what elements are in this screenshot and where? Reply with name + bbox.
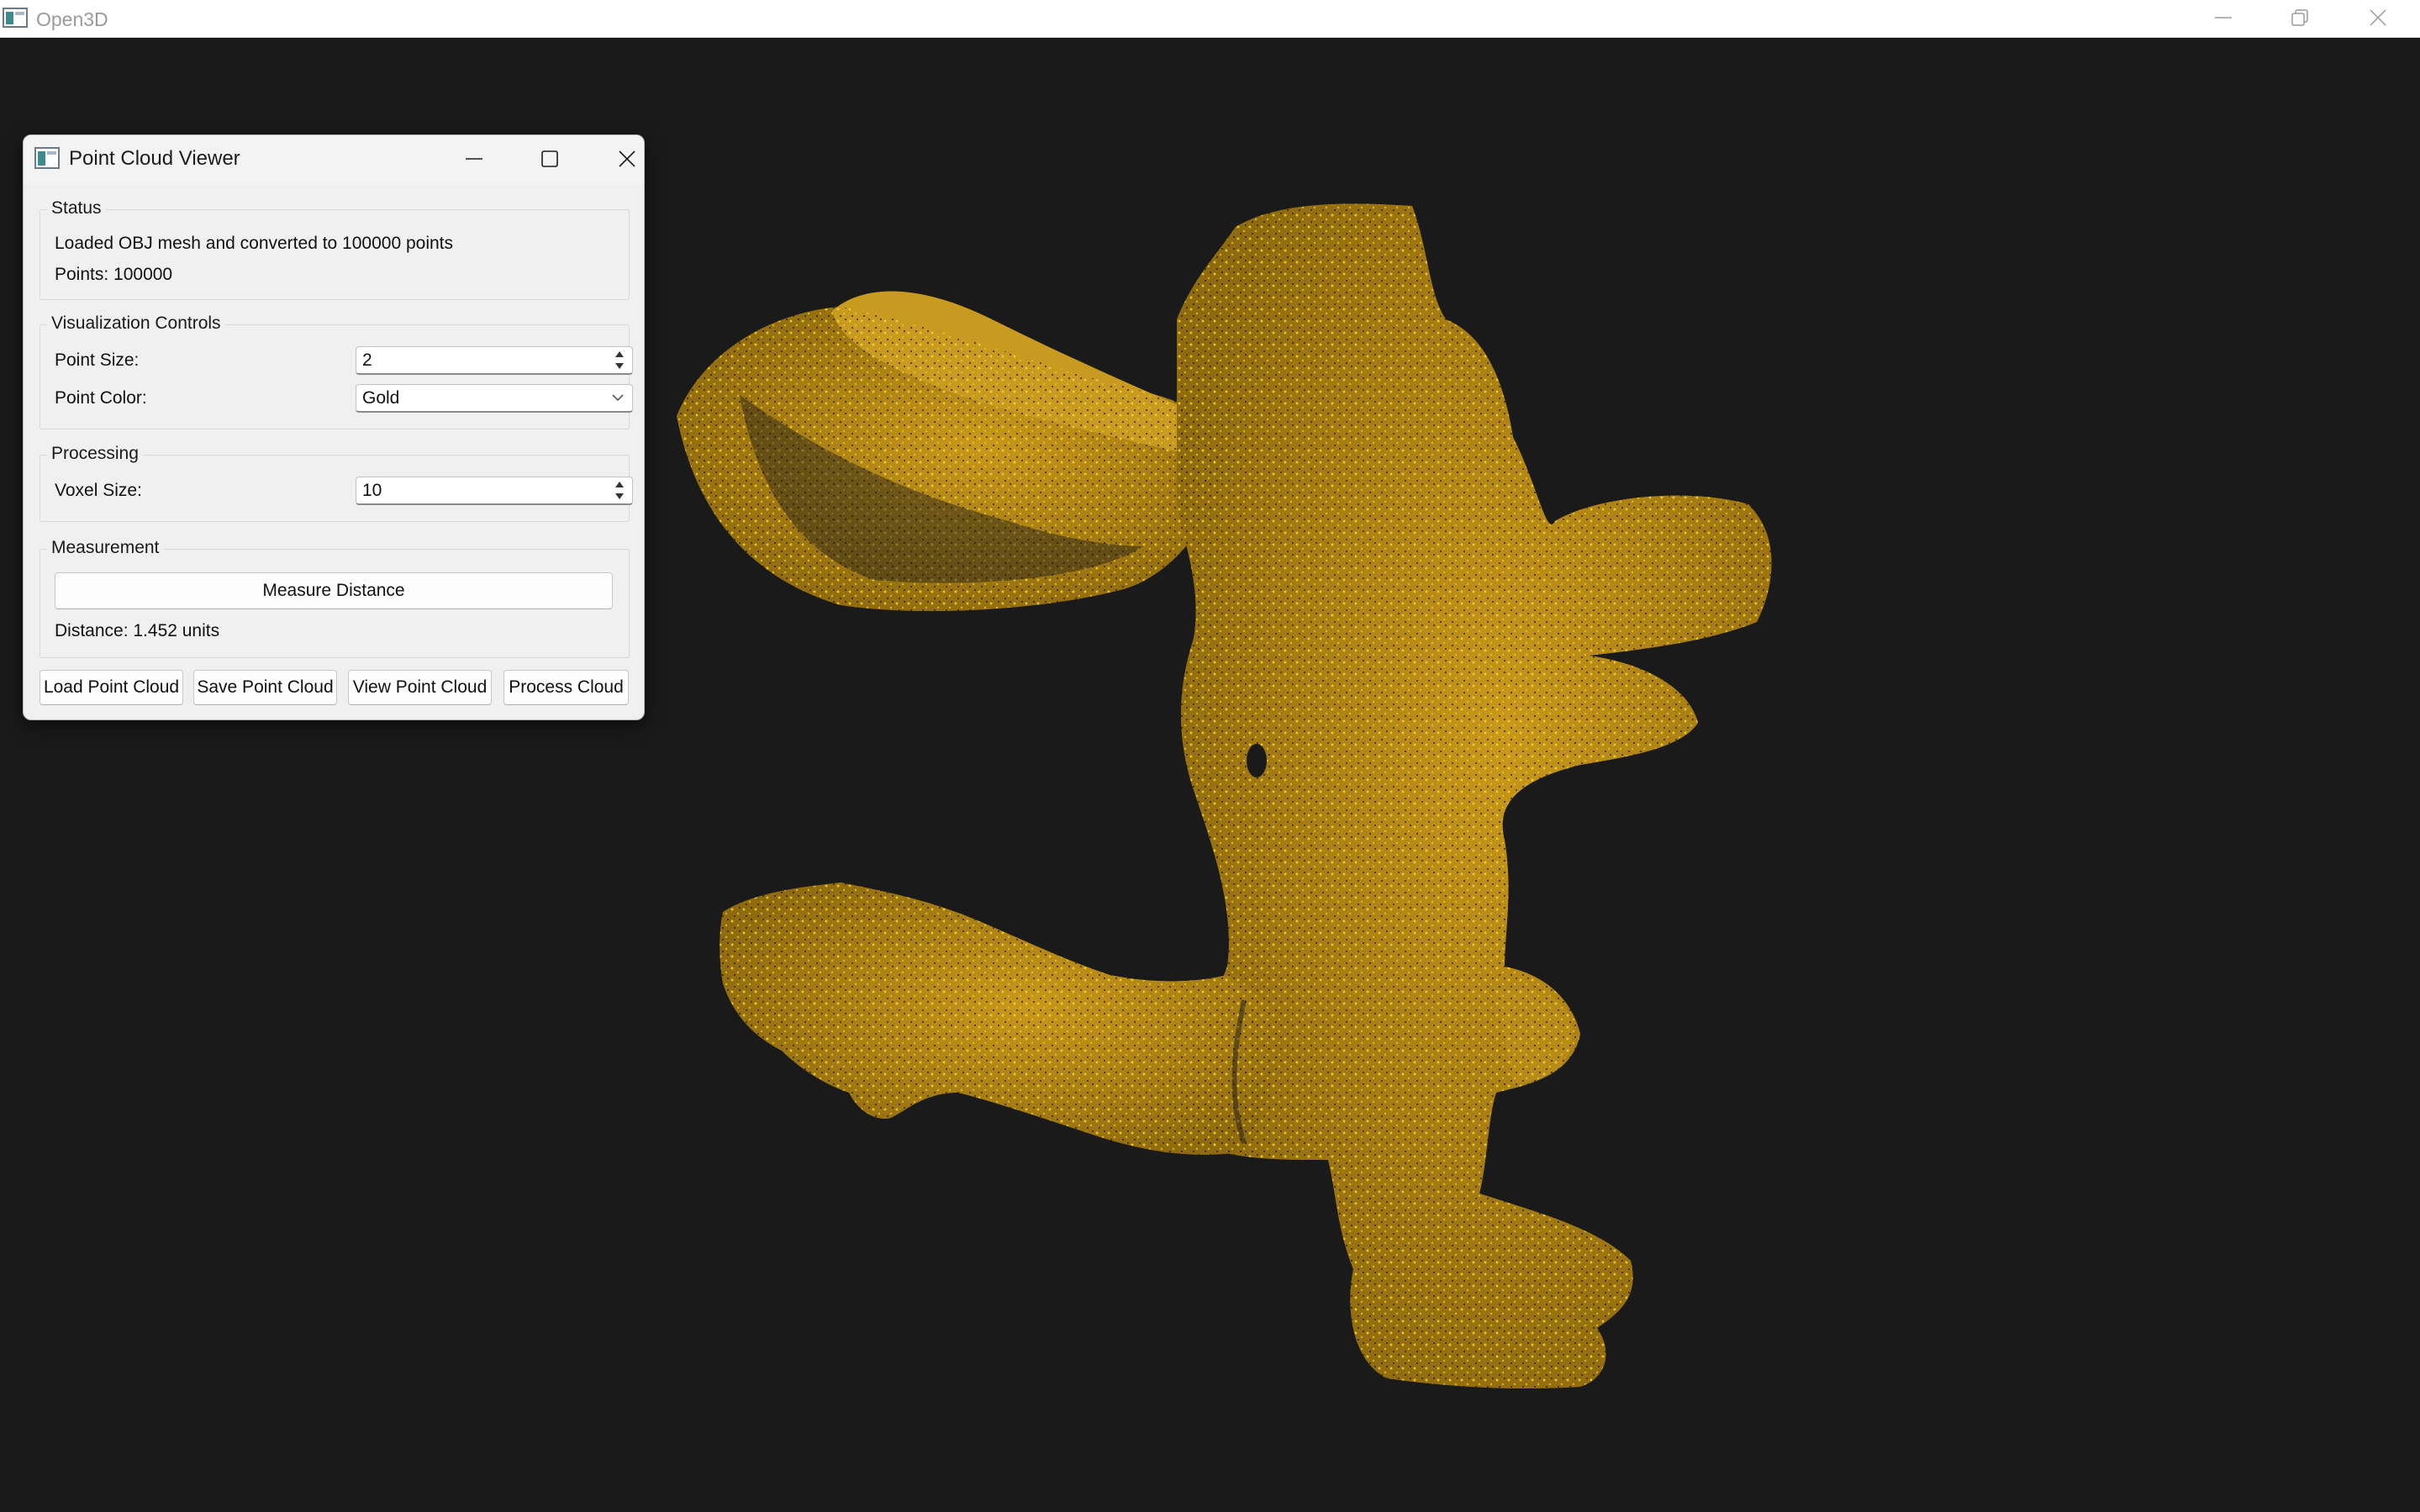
point-cloud-viewer-window: Point Cloud Viewer Status Loaded OBJ mes…: [23, 134, 645, 720]
points-count: Points: 100000: [55, 265, 173, 284]
processing-group: Processing Voxel Size: 10: [40, 444, 633, 522]
visualization-controls-group: Visualization Controls Point Size: 2 Poi…: [40, 313, 633, 429]
measurement-group: Measurement Measure Distance Distance: 1…: [40, 538, 630, 658]
process-cloud-button[interactable]: Process Cloud: [504, 670, 629, 705]
app-window-icon: [3, 8, 28, 28]
point-size-label: Point Size:: [55, 350, 140, 370]
processing-group-title: Processing: [47, 444, 143, 464]
measure-distance-button[interactable]: Measure Distance: [55, 572, 613, 609]
spin-up-button[interactable]: [610, 479, 629, 491]
point-color-value: Gold: [362, 388, 400, 408]
window-title: Open3D: [36, 8, 108, 30]
visualization-group-title: Visualization Controls: [47, 313, 225, 334]
dialog-maximize-button[interactable]: [513, 135, 587, 182]
dialog-title-bar[interactable]: Point Cloud Viewer: [24, 135, 644, 184]
point-size-value: 2: [362, 350, 372, 370]
minimize-button[interactable]: [2185, 0, 2261, 37]
dialog-minimize-button[interactable]: [437, 135, 511, 182]
status-group: Status Loaded OBJ mesh and converted to …: [40, 198, 630, 300]
restore-icon: [2291, 9, 2308, 26]
point-size-spinbox[interactable]: 2: [356, 346, 633, 375]
triangle-down-icon: [615, 363, 624, 369]
dialog-close-button[interactable]: [590, 135, 644, 182]
voxel-size-spinbox[interactable]: 10: [356, 477, 633, 505]
status-message: Loaded OBJ mesh and converted to 100000 …: [55, 234, 453, 253]
save-point-cloud-button[interactable]: Save Point Cloud: [193, 670, 337, 705]
voxel-size-value: 10: [362, 481, 382, 500]
spin-down-button[interactable]: [610, 361, 629, 372]
close-button[interactable]: [2340, 0, 2416, 37]
main-title-bar: Open3D: [0, 0, 2420, 38]
minimize-icon: [2215, 17, 2232, 18]
app-window-icon: [34, 147, 60, 169]
load-point-cloud-button[interactable]: Load Point Cloud: [40, 670, 183, 705]
point-color-label: Point Color:: [55, 388, 147, 408]
point-color-dropdown[interactable]: Gold: [356, 384, 633, 413]
view-point-cloud-button[interactable]: View Point Cloud: [348, 670, 492, 705]
distance-readout: Distance: 1.452 units: [55, 621, 220, 640]
triangle-up-icon: [615, 482, 624, 487]
close-icon: [2370, 9, 2386, 26]
triangle-up-icon: [615, 351, 624, 357]
spin-down-button[interactable]: [610, 491, 629, 503]
maximize-icon: [541, 150, 558, 167]
minimize-icon: [466, 158, 482, 160]
triangle-down-icon: [615, 493, 624, 499]
spin-up-button[interactable]: [610, 349, 629, 361]
status-group-title: Status: [47, 198, 106, 219]
close-icon: [619, 150, 635, 167]
voxel-size-label: Voxel Size:: [55, 481, 142, 500]
dialog-title: Point Cloud Viewer: [69, 147, 240, 170]
restore-button[interactable]: [2262, 0, 2338, 37]
chevron-down-icon: [612, 394, 624, 402]
measurement-group-title: Measurement: [47, 538, 164, 558]
